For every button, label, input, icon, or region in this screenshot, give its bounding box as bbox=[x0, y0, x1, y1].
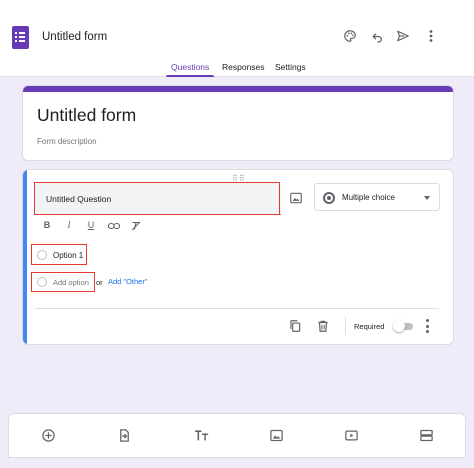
import-questions-icon[interactable] bbox=[117, 428, 133, 444]
question-type-dropdown[interactable]: Multiple choice bbox=[314, 183, 440, 211]
italic-icon[interactable]: I bbox=[63, 220, 75, 230]
or-text: or bbox=[96, 278, 103, 287]
delete-icon[interactable] bbox=[316, 319, 330, 333]
add-title-icon[interactable] bbox=[194, 428, 210, 444]
send-icon[interactable] bbox=[395, 28, 411, 44]
footer-divider bbox=[35, 308, 439, 309]
duplicate-icon[interactable] bbox=[288, 319, 302, 333]
active-tab-indicator bbox=[166, 75, 214, 77]
bottom-toolbar bbox=[8, 413, 466, 458]
form-tabs: Questions Responses Settings bbox=[0, 62, 474, 77]
highlight-option-1 bbox=[31, 244, 87, 265]
link-icon[interactable] bbox=[107, 221, 121, 233]
question-more-icon[interactable] bbox=[425, 319, 431, 333]
focus-indicator-bar bbox=[23, 170, 27, 344]
form-title[interactable]: Untitled form bbox=[42, 31, 107, 43]
dropdown-caret-icon bbox=[424, 196, 430, 200]
highlight-question-title bbox=[34, 182, 280, 215]
form-description-field[interactable]: Form description bbox=[37, 137, 97, 146]
highlight-add-option bbox=[31, 272, 95, 292]
question-type-label: Multiple choice bbox=[342, 193, 395, 202]
forms-app-icon[interactable] bbox=[12, 26, 29, 49]
radio-button-icon bbox=[323, 192, 335, 204]
app-header: Untitled form Questions Responses Settin… bbox=[0, 0, 474, 77]
underline-icon[interactable]: U bbox=[85, 220, 97, 230]
add-image-icon[interactable] bbox=[289, 191, 303, 205]
required-label: Required bbox=[354, 322, 385, 331]
tab-settings[interactable]: Settings bbox=[275, 62, 306, 72]
undo-icon[interactable] bbox=[369, 28, 385, 44]
tab-responses[interactable]: Responses bbox=[222, 62, 265, 72]
add-video-icon[interactable] bbox=[344, 428, 360, 444]
accent-bar bbox=[23, 86, 453, 92]
question-card[interactable]: ⠿⠿ Untitled Question Multiple choice B I… bbox=[22, 169, 454, 345]
footer-separator bbox=[345, 317, 346, 335]
bold-icon[interactable]: B bbox=[41, 220, 53, 230]
clear-formatting-icon[interactable] bbox=[130, 220, 142, 234]
add-question-icon[interactable] bbox=[41, 428, 57, 444]
required-toggle-knob[interactable] bbox=[393, 320, 405, 332]
form-title-card[interactable]: Untitled form Form description bbox=[22, 85, 454, 161]
more-vert-icon[interactable] bbox=[423, 28, 439, 44]
add-section-icon[interactable] bbox=[419, 428, 435, 444]
palette-icon[interactable] bbox=[342, 28, 358, 44]
tab-questions[interactable]: Questions bbox=[171, 62, 209, 72]
add-image-toolbar-icon[interactable] bbox=[269, 428, 285, 444]
form-title-field[interactable]: Untitled form bbox=[37, 105, 136, 126]
add-other-button[interactable]: Add "Other" bbox=[108, 277, 148, 286]
